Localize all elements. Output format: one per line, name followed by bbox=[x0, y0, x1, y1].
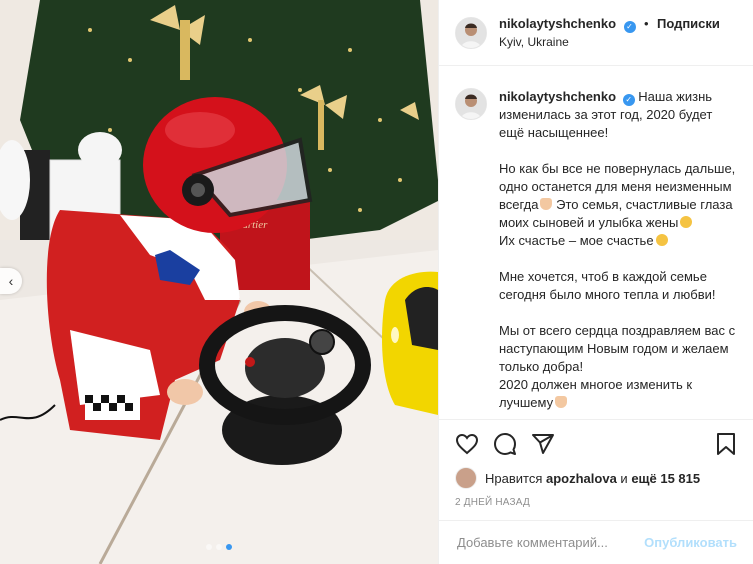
avatar[interactable] bbox=[455, 467, 477, 489]
likes-prefix: Нравится bbox=[485, 470, 543, 486]
smile-emoji-icon bbox=[655, 234, 668, 246]
caption-line: Мне хочется, чтоб в каждой семье сегодня… bbox=[499, 269, 716, 302]
follow-button[interactable]: Подписки bbox=[657, 16, 720, 31]
likes-count[interactable]: ещё 15 815 bbox=[631, 471, 700, 486]
smile-emoji-icon bbox=[680, 216, 693, 228]
carousel-dot bbox=[206, 544, 212, 550]
comment-input[interactable] bbox=[455, 534, 645, 551]
post-side-panel: nikolaytyshchenko ✓ • Подписки Kyiv, Ukr… bbox=[438, 0, 753, 564]
publish-button[interactable]: Опубликовать bbox=[644, 535, 737, 550]
avatar[interactable] bbox=[455, 88, 487, 120]
heart-icon[interactable] bbox=[455, 432, 479, 456]
carousel-dot bbox=[216, 544, 222, 550]
likes-summary: Нравится apozhalova и ещё 15 815 bbox=[439, 467, 753, 489]
comment-icon[interactable] bbox=[493, 432, 517, 456]
header-username[interactable]: nikolaytyshchenko bbox=[499, 16, 616, 31]
caption-line: 2020 должен многое изменить к лучшему bbox=[499, 377, 693, 410]
comment-box: Опубликовать bbox=[439, 520, 753, 564]
likes-middle: и bbox=[620, 470, 628, 486]
avatar[interactable] bbox=[455, 16, 487, 49]
photo-illustration: Cartier bbox=[0, 0, 438, 564]
separator: • bbox=[643, 16, 649, 32]
verified-icon: ✓ bbox=[623, 21, 636, 34]
action-bar bbox=[439, 419, 753, 467]
caption-text: nikolaytyshchenko ✓ Наша жизнь изменилас… bbox=[499, 88, 737, 419]
verified-icon: ✓ bbox=[622, 94, 635, 106]
caption: nikolaytyshchenko ✓ Наша жизнь изменилас… bbox=[439, 66, 753, 419]
carousel-indicator bbox=[206, 544, 232, 550]
chevron-left-icon: ‹ bbox=[8, 273, 14, 289]
instagram-post: Cartier ‹ nikolaytyshchenko ✓ • Подписки… bbox=[0, 0, 753, 564]
likes-user[interactable]: apozhalova bbox=[546, 471, 617, 486]
post-photo[interactable]: Cartier ‹ bbox=[0, 0, 438, 564]
bookmark-icon[interactable] bbox=[715, 432, 737, 456]
muscle-emoji-icon bbox=[555, 396, 568, 408]
caption-username[interactable]: nikolaytyshchenko bbox=[499, 89, 616, 104]
share-icon[interactable] bbox=[531, 432, 555, 456]
caption-line: Мы от всего сердца поздравляем вас с нас… bbox=[499, 323, 736, 374]
post-timestamp[interactable]: 2 ДНЕЙ НАЗАД bbox=[439, 489, 753, 520]
post-header: nikolaytyshchenko ✓ • Подписки Kyiv, Ukr… bbox=[439, 0, 753, 66]
caption-line: Их счастье – мое счастье bbox=[499, 233, 654, 248]
header-text: nikolaytyshchenko ✓ • Подписки Kyiv, Ukr… bbox=[499, 14, 720, 50]
location-link[interactable]: Kyiv, Ukraine bbox=[499, 35, 720, 51]
carousel-dot-active bbox=[226, 544, 232, 550]
hand-emoji-icon bbox=[540, 198, 553, 210]
